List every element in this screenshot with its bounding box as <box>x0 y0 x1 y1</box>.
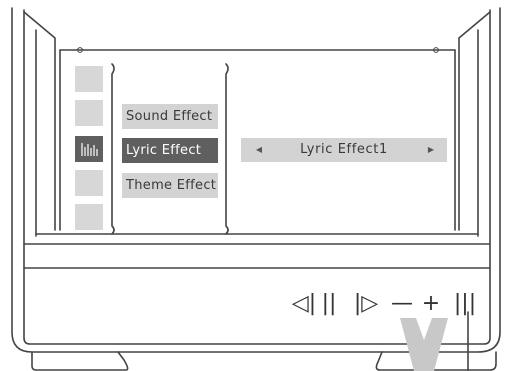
previous-button[interactable]: ◁| <box>289 288 319 320</box>
menu-item-sound-effect[interactable]: Sound Effect <box>122 104 218 129</box>
arrow-right-icon[interactable]: ▶ <box>421 138 441 162</box>
side-button-5[interactable] <box>75 204 103 230</box>
menu-item-lyric-effect[interactable]: Lyric Effect <box>122 138 218 163</box>
menu-bars-button[interactable]: ||| <box>450 288 480 320</box>
equalizer-icon <box>81 143 98 156</box>
pause-button[interactable]: || <box>318 288 340 320</box>
side-button-equalizer[interactable] <box>75 136 103 162</box>
selector-value: Lyric Effect1 <box>300 142 388 157</box>
side-button-2[interactable] <box>75 100 103 126</box>
volume-down-button[interactable]: — <box>389 288 415 320</box>
volume-up-button[interactable]: + <box>418 288 444 320</box>
next-button[interactable]: |▷ <box>351 288 381 320</box>
side-button-4[interactable] <box>75 170 103 196</box>
effect-selector[interactable]: ◀ Lyric Effect1 ▶ <box>241 138 447 162</box>
side-button-1[interactable] <box>75 66 103 92</box>
menu-item-theme-effect[interactable]: Theme Effect <box>122 173 218 198</box>
